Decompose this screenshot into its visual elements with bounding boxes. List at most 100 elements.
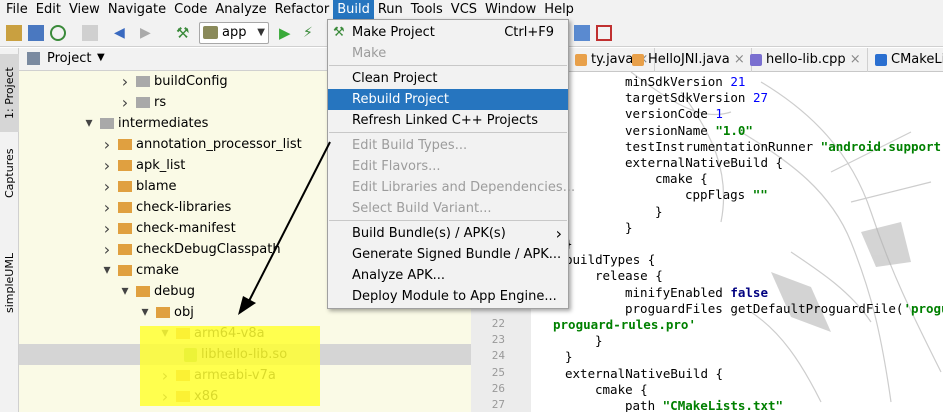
chevron-right-icon[interactable]: › [102, 197, 112, 218]
sync-icon[interactable] [50, 25, 66, 41]
build-menu-item[interactable]: Refresh Linked C++ Projects [328, 110, 568, 131]
hammer-icon[interactable]: ⚒ [176, 25, 192, 41]
menu-view[interactable]: View [65, 0, 104, 20]
chevron-right-icon[interactable]: › [102, 239, 112, 260]
build-menu-item[interactable]: Build Bundle(s) / APK(s) › [328, 223, 568, 244]
file-type-icon [750, 54, 762, 66]
menu-edit[interactable]: Edit [32, 0, 65, 20]
chevron-right-icon[interactable]: › [102, 134, 112, 155]
tree-item[interactable]: ▾ cmake [102, 260, 178, 281]
cut-icon[interactable] [82, 25, 98, 41]
build-menu-item[interactable]: Generate Signed Bundle / APK... [328, 244, 568, 265]
project-panel-title[interactable]: Project [47, 51, 91, 66]
menu-run[interactable]: Run [374, 0, 407, 20]
chevron-down-icon[interactable]: ▾ [84, 113, 94, 134]
code-token: } [655, 203, 663, 219]
tab-simpleuml[interactable]: simpleUML [0, 248, 19, 318]
open-folder-icon[interactable] [6, 25, 22, 41]
menu-build[interactable]: Build [333, 0, 374, 20]
build-menu-item[interactable]: Rebuild Project [328, 89, 568, 110]
shortcut-label: Ctrl+F9 [504, 25, 554, 40]
chevron-right-icon[interactable]: › [120, 92, 130, 113]
menu-file[interactable]: File [2, 0, 32, 20]
code-editor[interactable]: minSdkVersion 21 targetSdkVersion 27 versi… [531, 72, 943, 412]
menu-help[interactable]: Help [540, 0, 578, 20]
file-type-icon [575, 54, 587, 66]
code-line: cppFlags "" [685, 187, 768, 203]
save-icon[interactable] [28, 25, 44, 41]
close-icon[interactable]: × [730, 52, 745, 67]
folder-icon [156, 307, 170, 318]
code-line: release { [595, 268, 663, 284]
code-line: minifyEnabled false [625, 285, 768, 301]
tree-item[interactable]: › check-manifest [102, 218, 236, 239]
tree-item[interactable]: ▾ intermediates [84, 113, 208, 134]
code-line: externalNativeBuild { [565, 366, 723, 382]
tree-item[interactable]: › rs [120, 92, 166, 113]
code-token: cmake { [595, 381, 648, 397]
code-token: versionCode [625, 106, 716, 122]
tree-item[interactable]: › checkDebugClasspath [102, 239, 281, 260]
editor-tab[interactable]: CMakeLi × [869, 48, 943, 91]
tab-captures[interactable]: Captures [0, 142, 19, 204]
apply-changes-icon[interactable]: ⚡ [303, 25, 319, 41]
chevron-right-icon[interactable]: › [120, 71, 130, 92]
editor-tab[interactable]: HelloJNI.java × [626, 48, 752, 72]
chevron-right-icon[interactable]: › [102, 176, 112, 197]
chevron-right-icon[interactable]: › [102, 218, 112, 239]
code-line: proguardFiles getDefaultProguardFile('pr… [625, 301, 943, 317]
tab-project[interactable]: 1: Project [0, 54, 19, 132]
sdk-manager-icon[interactable] [574, 25, 590, 41]
run-configuration-selector[interactable]: app ▼ [199, 22, 269, 44]
tree-item[interactable]: ▾ obj [140, 302, 193, 323]
chevron-down-icon[interactable]: ▾ [102, 260, 112, 281]
android-icon [203, 26, 218, 39]
build-menu-item[interactable]: Analyze APK... [328, 265, 568, 286]
build-menu-item-label: Edit Build Types... [352, 138, 468, 153]
editor-tab-label: CMakeLi [891, 52, 943, 67]
chevron-down-icon[interactable]: ▾ [140, 302, 150, 323]
close-icon[interactable]: × [846, 52, 861, 67]
folder-icon [136, 286, 150, 297]
editor-tab-label: hello-lib.cpp [766, 52, 846, 67]
build-menu-item-label: Analyze APK... [352, 268, 446, 283]
code-token: "android.support.test.ru [820, 138, 943, 154]
tree-item[interactable]: › apk_list [102, 155, 186, 176]
stop-icon[interactable] [596, 25, 612, 41]
line-number: 27 [491, 398, 505, 411]
menu-tools[interactable]: Tools [407, 0, 447, 20]
editor-tab[interactable]: hello-lib.cpp × [744, 48, 868, 72]
menu-vcs[interactable]: VCS [447, 0, 481, 20]
build-menu-item[interactable]: Clean Project [328, 68, 568, 89]
chevron-right-icon[interactable]: › [102, 155, 112, 176]
menu-analyze[interactable]: Analyze [211, 0, 270, 20]
folder-icon [118, 244, 132, 255]
back-arrow-icon[interactable]: ◀ [114, 25, 130, 41]
tree-item[interactable]: › annotation_processor_list [102, 134, 302, 155]
build-menu-item[interactable]: Deploy Module to App Engine... [328, 286, 568, 307]
menu-navigate[interactable]: Navigate [104, 0, 170, 20]
build-menu-item: Edit Build Types... [328, 135, 568, 156]
tree-item-label: intermediates [118, 116, 209, 131]
code-line: buildTypes { [565, 252, 655, 268]
tree-item[interactable]: ▾ debug [120, 281, 195, 302]
tree-item[interactable]: › check-libraries [102, 197, 231, 218]
tree-item[interactable]: › buildConfig [120, 71, 228, 92]
menu-window[interactable]: Window [481, 0, 540, 20]
build-menu-item: Make [328, 43, 568, 64]
chevron-down-icon[interactable]: ▾ [120, 281, 130, 302]
build-menu-item-label: Build Bundle(s) / APK(s) [352, 226, 506, 241]
code-token: } [565, 349, 573, 365]
menu-code[interactable]: Code [170, 0, 211, 20]
menu-refactor[interactable]: Refactor [271, 0, 334, 20]
code-line: targetSdkVersion 27 [625, 90, 768, 106]
chevron-down-icon[interactable]: ▼ [97, 52, 105, 63]
tree-item-label: check-manifest [136, 221, 236, 236]
build-menu-item[interactable]: ⚒ Make Project Ctrl+F9 [328, 22, 568, 43]
folder-icon [118, 139, 132, 150]
tree-item[interactable]: › blame [102, 176, 177, 197]
code-line: cmake { [595, 382, 648, 398]
code-line: versionCode 1 [625, 106, 723, 122]
forward-arrow-icon[interactable]: ▶ [140, 25, 156, 41]
run-icon[interactable]: ▶ [279, 25, 295, 41]
